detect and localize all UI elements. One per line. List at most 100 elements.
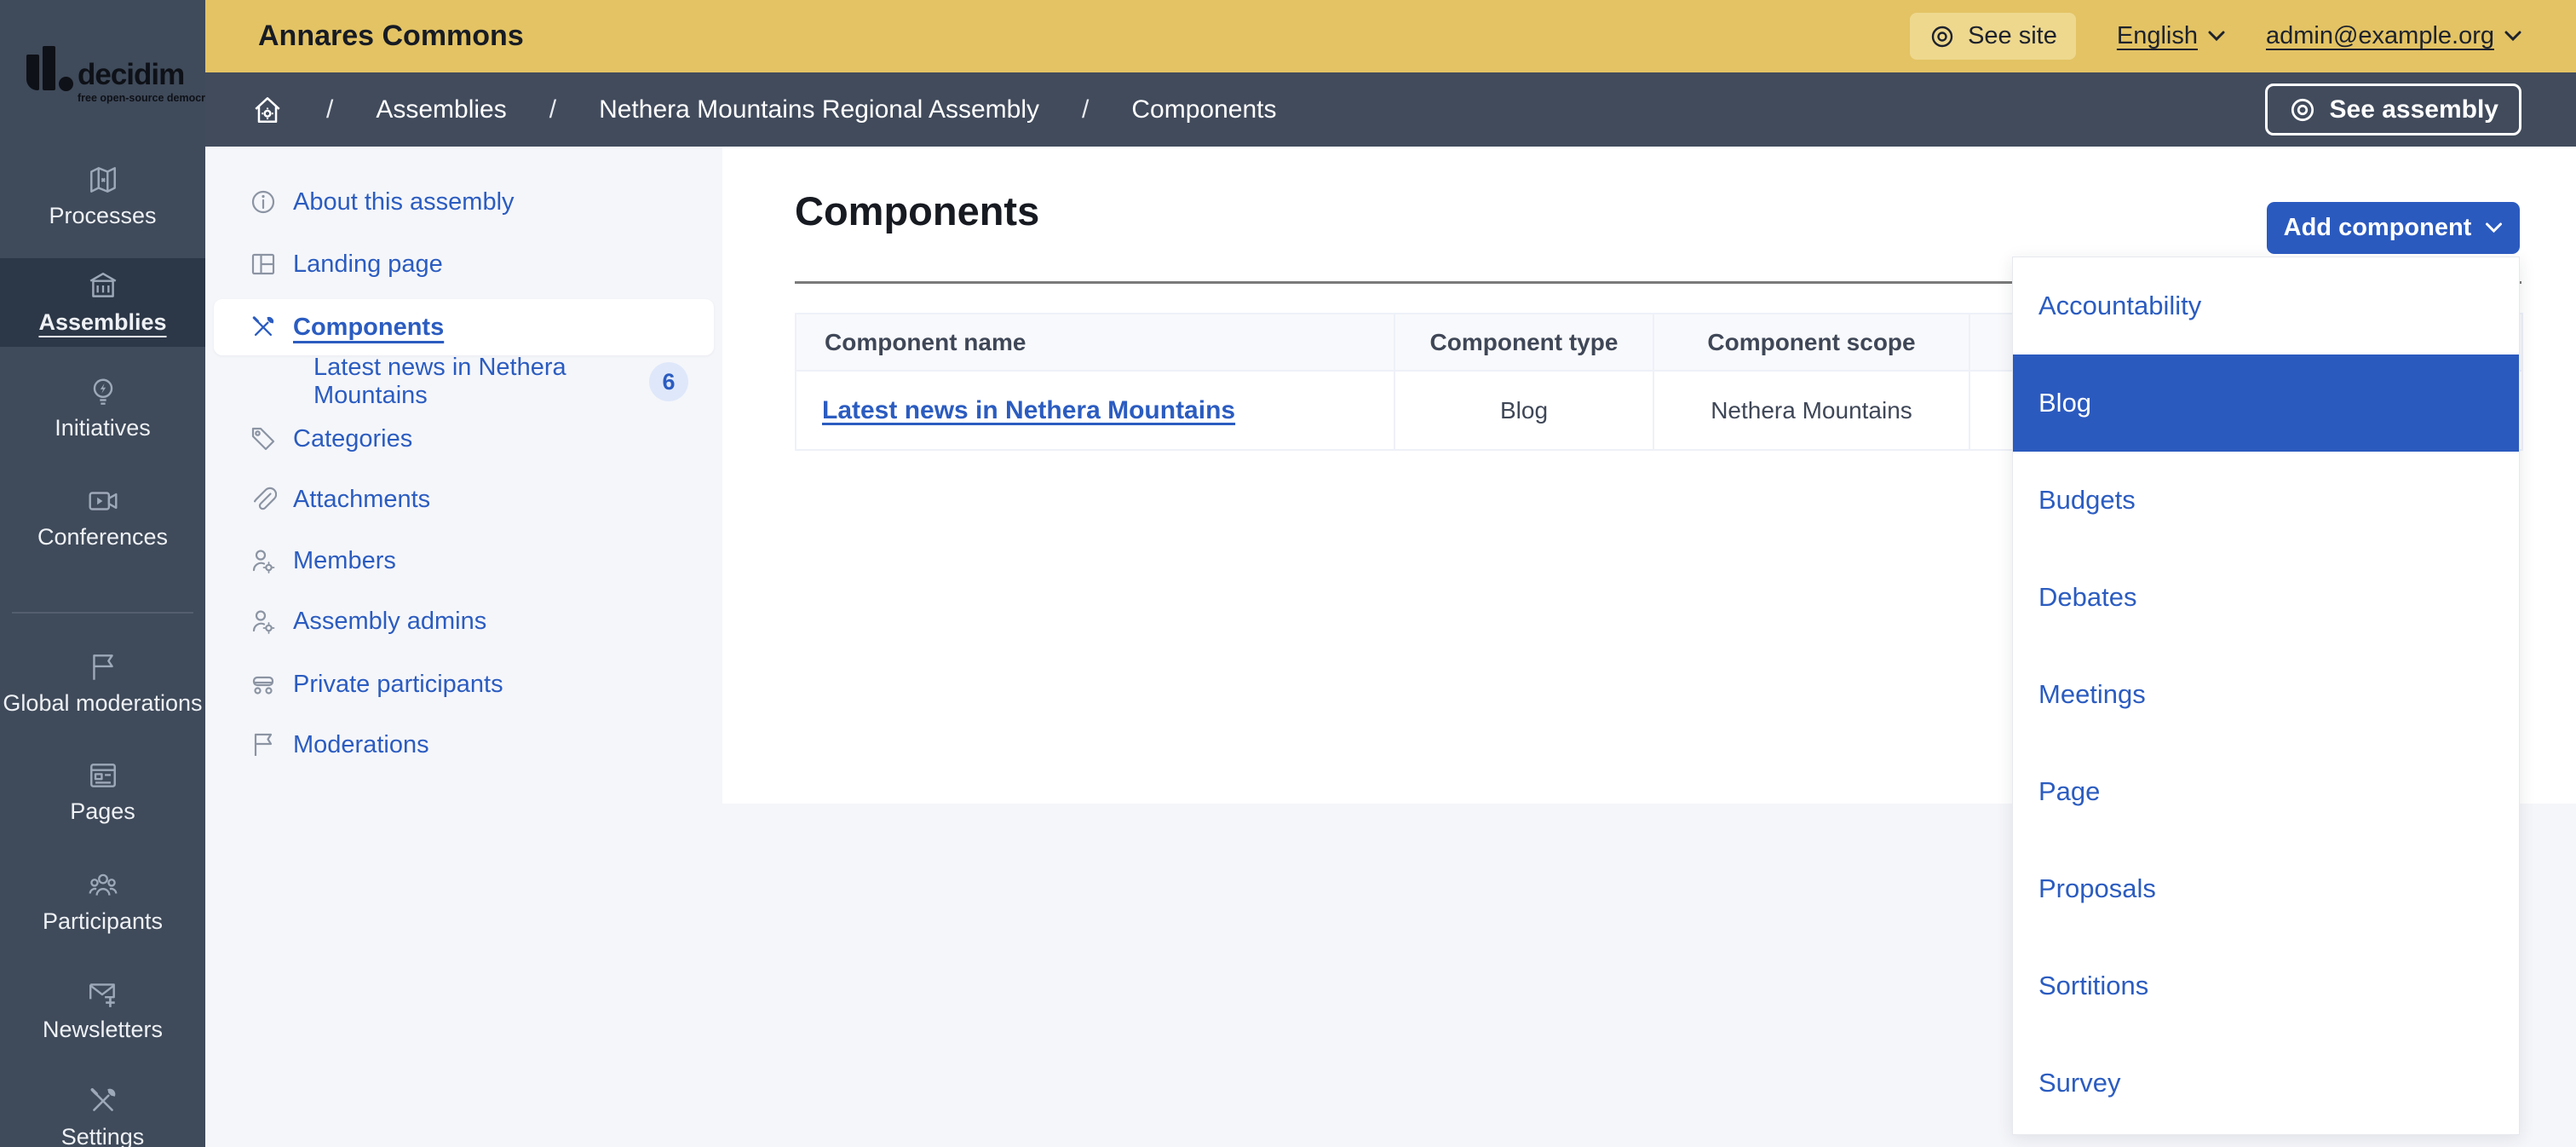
breadcrumb-components[interactable]: Components <box>1131 95 1276 124</box>
dropdown-item-page[interactable]: Page <box>2013 743 2519 840</box>
menu-item-moderations[interactable]: Moderations <box>214 720 714 769</box>
menu-item-label: Attachments <box>293 486 430 514</box>
government-building-icon <box>87 270 119 303</box>
account-label: admin@example.org <box>2266 22 2494 50</box>
person-gear-icon <box>250 608 277 635</box>
dropdown-item-budgets[interactable]: Budgets <box>2013 452 2519 549</box>
component-link[interactable]: Latest news in Nethera Mountains <box>822 396 1235 424</box>
dropdown-item-sortitions[interactable]: Sortitions <box>2013 937 2519 1035</box>
sidebar-item-newsletters[interactable]: Newsletters <box>0 965 205 1054</box>
breadcrumb-separator: / <box>326 95 333 124</box>
assembly-menu: About this assembly Landing page Compone… <box>205 147 722 804</box>
see-assembly-button[interactable]: See assembly <box>2265 84 2521 135</box>
add-component-button[interactable]: Add component <box>2267 202 2520 254</box>
person-gear-icon <box>250 547 277 574</box>
add-component-dropdown: Accountability Blog Budgets Debates Meet… <box>2012 256 2520 1135</box>
menu-item-landing-page[interactable]: Landing page <box>214 239 714 289</box>
menu-item-members[interactable]: Members <box>214 536 714 585</box>
eye-icon <box>2288 95 2317 124</box>
decidim-logo-tagline: free open-source democracy <box>78 92 223 104</box>
component-name-cell: Latest news in Nethera Mountains <box>796 371 1394 450</box>
see-site-label: See site <box>1968 22 2057 50</box>
breadcrumb-assembly-name[interactable]: Nethera Mountains Regional Assembly <box>599 95 1039 124</box>
column-header-component-type: Component type <box>1394 314 1653 371</box>
breadcrumb-separator: / <box>549 95 556 124</box>
dropdown-item-blog[interactable]: Blog <box>2013 354 2519 452</box>
chevron-down-icon <box>2485 222 2503 233</box>
sidebar-item-label: Global moderations <box>3 691 202 715</box>
dropdown-item-proposals[interactable]: Proposals <box>2013 840 2519 937</box>
column-header-component-name: Component name <box>796 314 1394 371</box>
component-count-badge: 6 <box>649 362 688 401</box>
layout-grid-icon <box>250 251 277 278</box>
people-icon <box>87 869 119 902</box>
dropdown-item-survey[interactable]: Survey <box>2013 1035 2519 1132</box>
sidebar-item-label: Conferences <box>37 525 168 549</box>
see-site-link[interactable]: See site <box>1910 13 2076 60</box>
page-icon <box>87 759 119 792</box>
sidebar-item-pages[interactable]: Pages <box>0 747 205 836</box>
menu-item-attachments[interactable]: Attachments <box>214 475 714 524</box>
decidim-logo-mark <box>26 46 71 90</box>
menu-item-label: Members <box>293 547 396 575</box>
sidebar-item-assemblies[interactable]: Assemblies <box>0 258 205 347</box>
language-label: English <box>2117 22 2198 50</box>
eye-icon <box>1929 23 1956 50</box>
home-icon[interactable] <box>251 94 284 126</box>
component-type-cell: Blog <box>1394 371 1653 450</box>
sidebar-item-global-moderations[interactable]: Global moderations <box>0 639 205 728</box>
video-camera-icon <box>87 485 119 517</box>
sidebar-item-initiatives[interactable]: Initiatives <box>0 364 205 452</box>
menu-item-private-participants[interactable]: Private participants <box>214 660 714 709</box>
dropdown-item-debates[interactable]: Debates <box>2013 549 2519 646</box>
map-icon <box>87 164 119 196</box>
account-menu[interactable]: admin@example.org <box>2266 22 2521 50</box>
top-bar: Annares Commons See site English admin@e… <box>0 0 2576 72</box>
sidebar-item-label: Assemblies <box>38 310 166 334</box>
sidebar-divider <box>12 612 193 614</box>
breadcrumb: / Assemblies / Nethera Mountains Regiona… <box>251 94 1276 126</box>
group-icon <box>250 671 277 698</box>
menu-item-label: Landing page <box>293 251 443 279</box>
chevron-down-icon <box>2208 31 2225 42</box>
component-scope-cell: Nethera Mountains <box>1653 371 1969 450</box>
menu-item-assembly-admins[interactable]: Assembly admins <box>214 597 714 646</box>
breadcrumb-assemblies[interactable]: Assemblies <box>376 95 506 124</box>
sidebar-item-processes[interactable]: Processes <box>0 152 205 240</box>
sidebar-item-participants[interactable]: Participants <box>0 857 205 946</box>
menu-item-label: Components <box>293 314 444 342</box>
language-selector[interactable]: English <box>2117 22 2225 50</box>
sidebar-item-label: Newsletters <box>43 1017 163 1041</box>
menu-item-components[interactable]: Components <box>214 299 714 355</box>
sidebar-item-label: Settings <box>61 1125 145 1147</box>
dropdown-item-accountability[interactable]: Accountability <box>2013 257 2519 354</box>
info-icon <box>250 188 277 216</box>
menu-item-label: Categories <box>293 425 412 453</box>
organization-title: Annares Commons <box>258 0 524 72</box>
page-title: Components <box>795 187 1039 234</box>
flag-icon <box>87 651 119 683</box>
dropdown-item-meetings[interactable]: Meetings <box>2013 646 2519 743</box>
tools-icon <box>250 314 277 341</box>
chevron-down-icon <box>2504 31 2521 42</box>
decidim-logo[interactable]: decidim free open-source democracy <box>26 43 197 102</box>
breadcrumb-bar: / Assemblies / Nethera Mountains Regiona… <box>205 72 2576 147</box>
sidebar-item-label: Processes <box>49 204 156 228</box>
decidim-logo-text: decidim <box>78 58 184 92</box>
add-component-label: Add component <box>2284 214 2472 242</box>
menu-item-label: Assembly admins <box>293 608 486 636</box>
flag-icon <box>250 731 277 758</box>
menu-item-label: Latest news in Nethera Mountains <box>313 354 633 410</box>
see-assembly-label: See assembly <box>2330 95 2498 124</box>
sidebar-item-label: Initiatives <box>55 416 151 440</box>
sidebar-item-label: Participants <box>43 909 163 933</box>
menu-item-categories[interactable]: Categories <box>214 414 714 464</box>
main-nav: Processes Assemblies Initiatives <box>0 147 205 1147</box>
sidebar-item-settings[interactable]: Settings <box>0 1073 205 1147</box>
menu-item-about-assembly[interactable]: About this assembly <box>214 177 714 227</box>
menu-item-latest-news-component[interactable]: Latest news in Nethera Mountains 6 <box>214 357 714 406</box>
column-header-component-scope: Component scope <box>1653 314 1969 371</box>
menu-item-label: About this assembly <box>293 188 515 216</box>
breadcrumb-separator: / <box>1082 95 1089 124</box>
sidebar-item-conferences[interactable]: Conferences <box>0 473 205 562</box>
